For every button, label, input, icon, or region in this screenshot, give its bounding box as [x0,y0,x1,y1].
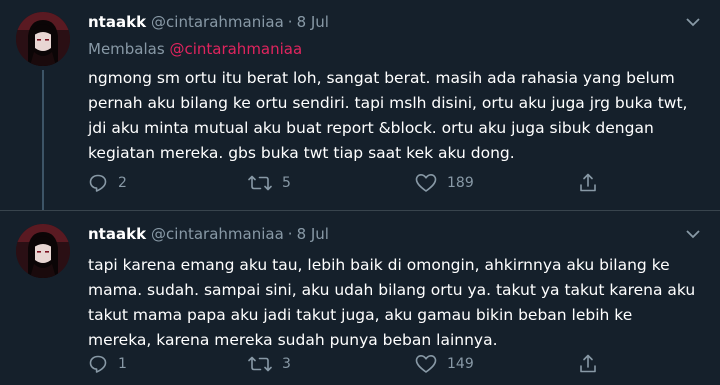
retweet-icon [248,356,272,372]
display-name[interactable]: ntaakk [88,13,146,31]
share-button[interactable] [578,352,598,376]
tweet-text-line: ngmong sm ortu itu berat loh, sangat ber… [88,69,675,87]
share-icon [580,173,596,192]
tweet[interactable]: ntaakk @cintarahmaniaa · 8 Jul tapi kare… [0,210,720,385]
thread-line [42,70,44,210]
reply-icon [89,174,107,192]
tweet-text-line: mereka, karena mereka sudah punya beban … [88,331,498,349]
avatar-image [16,12,70,66]
tweet-actions: 1 3 149 [88,352,608,376]
tweet-actions: 2 5 189 [88,171,608,195]
like-button[interactable]: 149 [415,352,474,376]
tweet-header: ntaakk @cintarahmaniaa · 8 Jul [88,223,704,245]
display-name[interactable]: ntaakk [88,225,146,243]
like-count: 189 [447,175,474,191]
separator: · [287,225,293,243]
heart-icon [415,174,437,192]
tweet-text-line: tapi karena emang aku tau, lebih baik di… [88,256,670,274]
tweet-content: ntaakk @cintarahmaniaa · 8 Jul tapi kare… [88,223,704,353]
reply-icon [89,355,107,373]
share-icon [580,354,596,373]
tweet-content: ntaakk @cintarahmaniaa · 8 Jul Membalas … [88,11,704,166]
tweet-text-line: mama. sudah. sampai sini, aku udah bilan… [88,281,696,299]
avatar-image [16,224,70,278]
reply-context: Membalas @cintarahmaniaa [88,39,704,59]
chevron-down-icon[interactable] [682,11,704,33]
retweet-count: 3 [282,356,291,372]
reply-mention-link[interactable]: @cintarahmaniaa [169,40,302,58]
tweet-text: tapi karena emang aku tau, lebih baik di… [88,253,704,353]
tweet-text-line: takut mama papa aku jadi takut juga, aku… [88,306,633,324]
retweet-button[interactable]: 5 [248,171,291,195]
retweet-icon [248,175,272,191]
avatar[interactable] [16,12,70,66]
tweet-text-line: kegiatan mereka. gbs buka twt tiap saat … [88,144,515,162]
handle[interactable]: @cintarahmaniaa [151,225,284,243]
chevron-down-icon[interactable] [682,223,704,245]
retweet-button[interactable]: 3 [248,352,291,376]
tweet-text: ngmong sm ortu itu berat loh, sangat ber… [88,66,704,166]
timestamp[interactable]: 8 Jul [297,13,329,31]
reply-count: 2 [118,175,127,191]
share-button[interactable] [578,171,598,195]
like-button[interactable]: 189 [415,171,474,195]
retweet-count: 5 [282,175,291,191]
separator: · [287,13,293,31]
tweet-header: ntaakk @cintarahmaniaa · 8 Jul [88,11,704,33]
like-count: 149 [447,356,474,372]
reply-prefix: Membalas [88,40,165,58]
reply-button[interactable]: 1 [88,352,127,376]
timestamp[interactable]: 8 Jul [297,225,329,243]
heart-icon [415,355,437,373]
tweet-text-line: jdi aku minta mutual aku buat report &bl… [88,119,654,137]
reply-button[interactable]: 2 [88,171,127,195]
reply-count: 1 [118,356,127,372]
timeline: ntaakk @cintarahmaniaa · 8 Jul Membalas … [0,0,720,385]
tweet[interactable]: ntaakk @cintarahmaniaa · 8 Jul Membalas … [0,0,720,210]
avatar[interactable] [16,224,70,278]
handle[interactable]: @cintarahmaniaa [151,13,284,31]
tweet-text-line: pernah aku bilang ke ortu sendiri. tapi … [88,94,688,112]
